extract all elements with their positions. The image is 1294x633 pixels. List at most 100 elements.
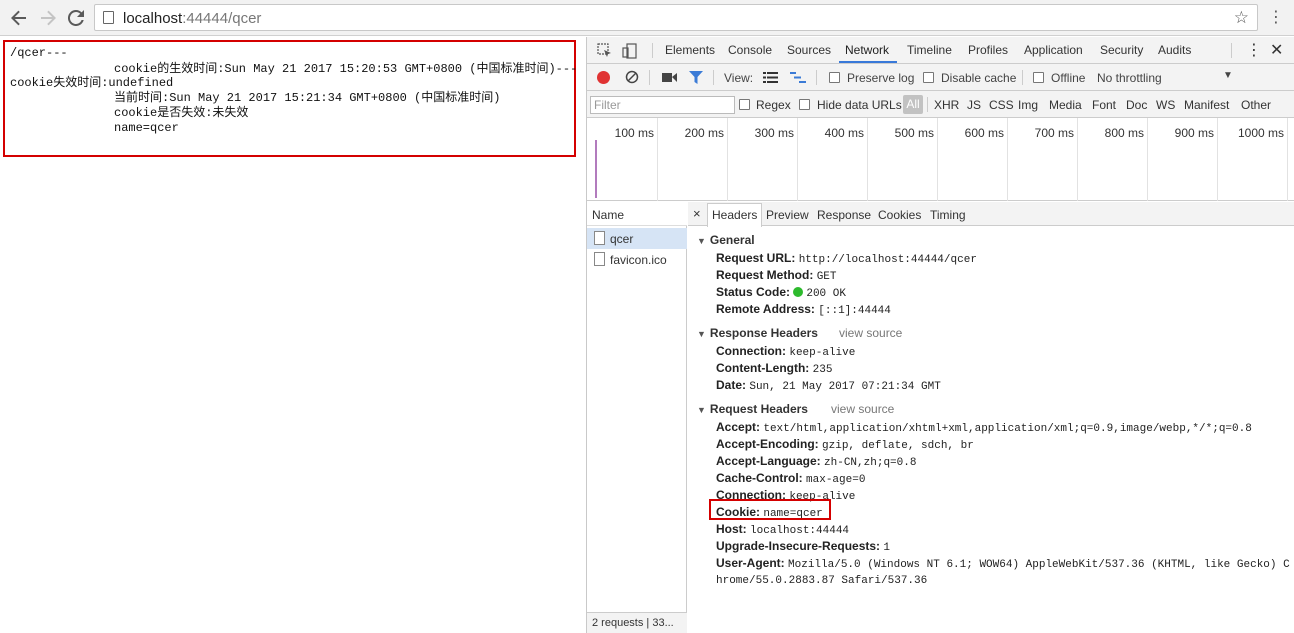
page-icon [103, 11, 114, 24]
filter-bar: Filter Regex Hide data URLs All XHR JS C… [587, 91, 1294, 118]
filter-type-ws[interactable]: WS [1156, 98, 1175, 112]
header-row: Accept: text/html,application/xhtml+xml,… [716, 420, 1252, 435]
document-icon [594, 231, 605, 245]
device-toolbar-icon[interactable] [622, 43, 638, 59]
tab-profiles[interactable]: Profiles [968, 43, 1008, 57]
throttling-select[interactable]: No throttling [1097, 71, 1162, 85]
filter-type-img[interactable]: Img [1018, 98, 1038, 112]
tick-label: 500 ms [894, 126, 934, 140]
back-arrow-icon[interactable] [8, 7, 30, 29]
filter-type-xhr[interactable]: XHR [934, 98, 959, 112]
header-row: Remote Address: [::1]:44444 [716, 302, 891, 317]
name-column-header: Name [592, 208, 625, 222]
tick-label: 1000 ms [1237, 126, 1284, 140]
chrome-menu-icon[interactable]: ⋮ [1268, 8, 1284, 28]
forward-arrow-icon[interactable] [37, 7, 59, 29]
tab-sources[interactable]: Sources [787, 43, 831, 57]
bookmark-star-icon[interactable]: ☆ [1234, 8, 1249, 28]
header-row: Upgrade-Insecure-Requests: 1 [716, 539, 890, 554]
request-row[interactable]: qcer [587, 228, 687, 249]
filter-type-all[interactable]: All [903, 95, 923, 114]
preserve-log-label: Preserve log [847, 71, 915, 85]
tick-label: 300 ms [754, 126, 794, 140]
hide-data-urls-label: Hide data URLs [817, 98, 902, 112]
header-row: Host: localhost:44444 [716, 522, 850, 537]
overview-request-bar [595, 140, 597, 198]
expand-triangle-icon: ▼ [697, 405, 706, 415]
page-line-path: /qcer--- [10, 46, 68, 60]
filter-type-other[interactable]: Other [1241, 98, 1271, 112]
tick-label: 700 ms [1034, 126, 1074, 140]
large-rows-icon[interactable] [763, 72, 778, 86]
record-icon[interactable] [597, 71, 610, 84]
tab-timeline[interactable]: Timeline [907, 43, 952, 57]
tab-response[interactable]: Response [817, 208, 871, 222]
offline-label: Offline [1051, 71, 1086, 85]
request-view-source-link[interactable]: view source [831, 402, 894, 416]
filter-type-font[interactable]: Font [1092, 98, 1116, 112]
devtools-panel: Elements Console Sources Network Timelin… [586, 37, 1294, 633]
tab-cookies[interactable]: Cookies [878, 208, 921, 222]
devtools-tabbar: Elements Console Sources Network Timelin… [587, 37, 1294, 64]
inspect-element-icon[interactable] [597, 43, 613, 59]
request-row[interactable]: favicon.ico [587, 249, 687, 270]
regex-checkbox[interactable] [739, 99, 750, 110]
tab-timing[interactable]: Timing [930, 208, 966, 222]
tick-label: 100 ms [614, 126, 654, 140]
disable-cache-checkbox[interactable] [923, 72, 934, 83]
network-toolbar: View: Preserve log Disable cache Offline… [587, 64, 1294, 91]
tab-console[interactable]: Console [728, 43, 772, 57]
tab-security[interactable]: Security [1100, 43, 1143, 57]
header-row: Cache-Control: max-age=0 [716, 471, 866, 486]
details-close-icon[interactable]: × [693, 206, 701, 221]
request-headers-toggle[interactable]: ▼ Request Headers [697, 402, 808, 416]
header-row-continuation: hrome/55.0.2883.87 Safari/537.36 [716, 575, 928, 587]
request-details: × Headers Preview Response Cookies Timin… [688, 202, 1294, 633]
tab-audits[interactable]: Audits [1158, 43, 1191, 57]
tab-preview[interactable]: Preview [766, 208, 809, 222]
page-content: /qcer--- cookie的生效时间:Sun May 21 2017 15:… [0, 37, 586, 633]
header-row: Accept-Language: zh-CN,zh;q=0.8 [716, 454, 917, 469]
disable-cache-label: Disable cache [941, 71, 1017, 85]
waterfall-icon[interactable] [790, 72, 806, 86]
page-line-expired-status: cookie是否失效:未失效 [114, 106, 249, 120]
filter-input[interactable]: Filter [590, 96, 735, 114]
filter-type-manifest[interactable]: Manifest [1184, 98, 1229, 112]
page-line-cookie-value: name=qcer [114, 121, 179, 135]
active-tab-indicator [839, 61, 897, 63]
filter-type-css[interactable]: CSS [989, 98, 1014, 112]
response-headers-toggle[interactable]: ▼ Response Headers [697, 326, 818, 340]
general-section-toggle[interactable]: ▼ General [697, 233, 755, 247]
devtools-menu-icon[interactable]: ⋮ [1246, 40, 1262, 60]
page-line-cookie-expire: cookie失效时间:undefined [10, 76, 174, 90]
address-bar[interactable]: localhost:44444/qcer ☆ [94, 4, 1258, 31]
tick-label: 400 ms [824, 126, 864, 140]
tab-elements[interactable]: Elements [665, 43, 715, 57]
header-row: Request URL: http://localhost:44444/qcer [716, 251, 977, 266]
filter-type-js[interactable]: JS [967, 98, 981, 112]
clear-icon[interactable] [625, 70, 639, 87]
offline-checkbox[interactable] [1033, 72, 1044, 83]
header-row: Status Code: 200 OK [716, 285, 846, 300]
response-view-source-link[interactable]: view source [839, 326, 902, 340]
header-row: Request Method: GET [716, 268, 837, 283]
throttling-dropdown-icon[interactable]: ▼ [1223, 70, 1233, 81]
browser-toolbar: localhost:44444/qcer ☆ ⋮ [0, 0, 1294, 36]
page-line-current-time: 当前时间:Sun May 21 2017 15:21:34 GMT+0800 (… [114, 91, 501, 105]
hide-data-urls-checkbox[interactable] [799, 99, 810, 110]
request-list-header[interactable]: Name [587, 202, 687, 226]
status-ok-icon [793, 287, 804, 297]
tab-application[interactable]: Application [1024, 43, 1083, 57]
request-summary: 2 requests | 33... [587, 612, 687, 633]
filter-type-media[interactable]: Media [1049, 98, 1082, 112]
filter-icon[interactable] [689, 71, 703, 87]
tab-network[interactable]: Network [845, 43, 889, 57]
devtools-close-icon[interactable]: ✕ [1270, 40, 1283, 60]
tab-headers[interactable]: Headers [712, 208, 757, 222]
preserve-log-checkbox[interactable] [829, 72, 840, 83]
capture-screenshots-icon[interactable] [662, 72, 677, 86]
timeline-overview[interactable]: 100 ms 200 ms 300 ms 400 ms 500 ms 600 m… [587, 118, 1294, 201]
reload-icon[interactable] [65, 7, 87, 29]
header-row: Content-Length: 235 [716, 361, 833, 376]
filter-type-doc[interactable]: Doc [1126, 98, 1147, 112]
